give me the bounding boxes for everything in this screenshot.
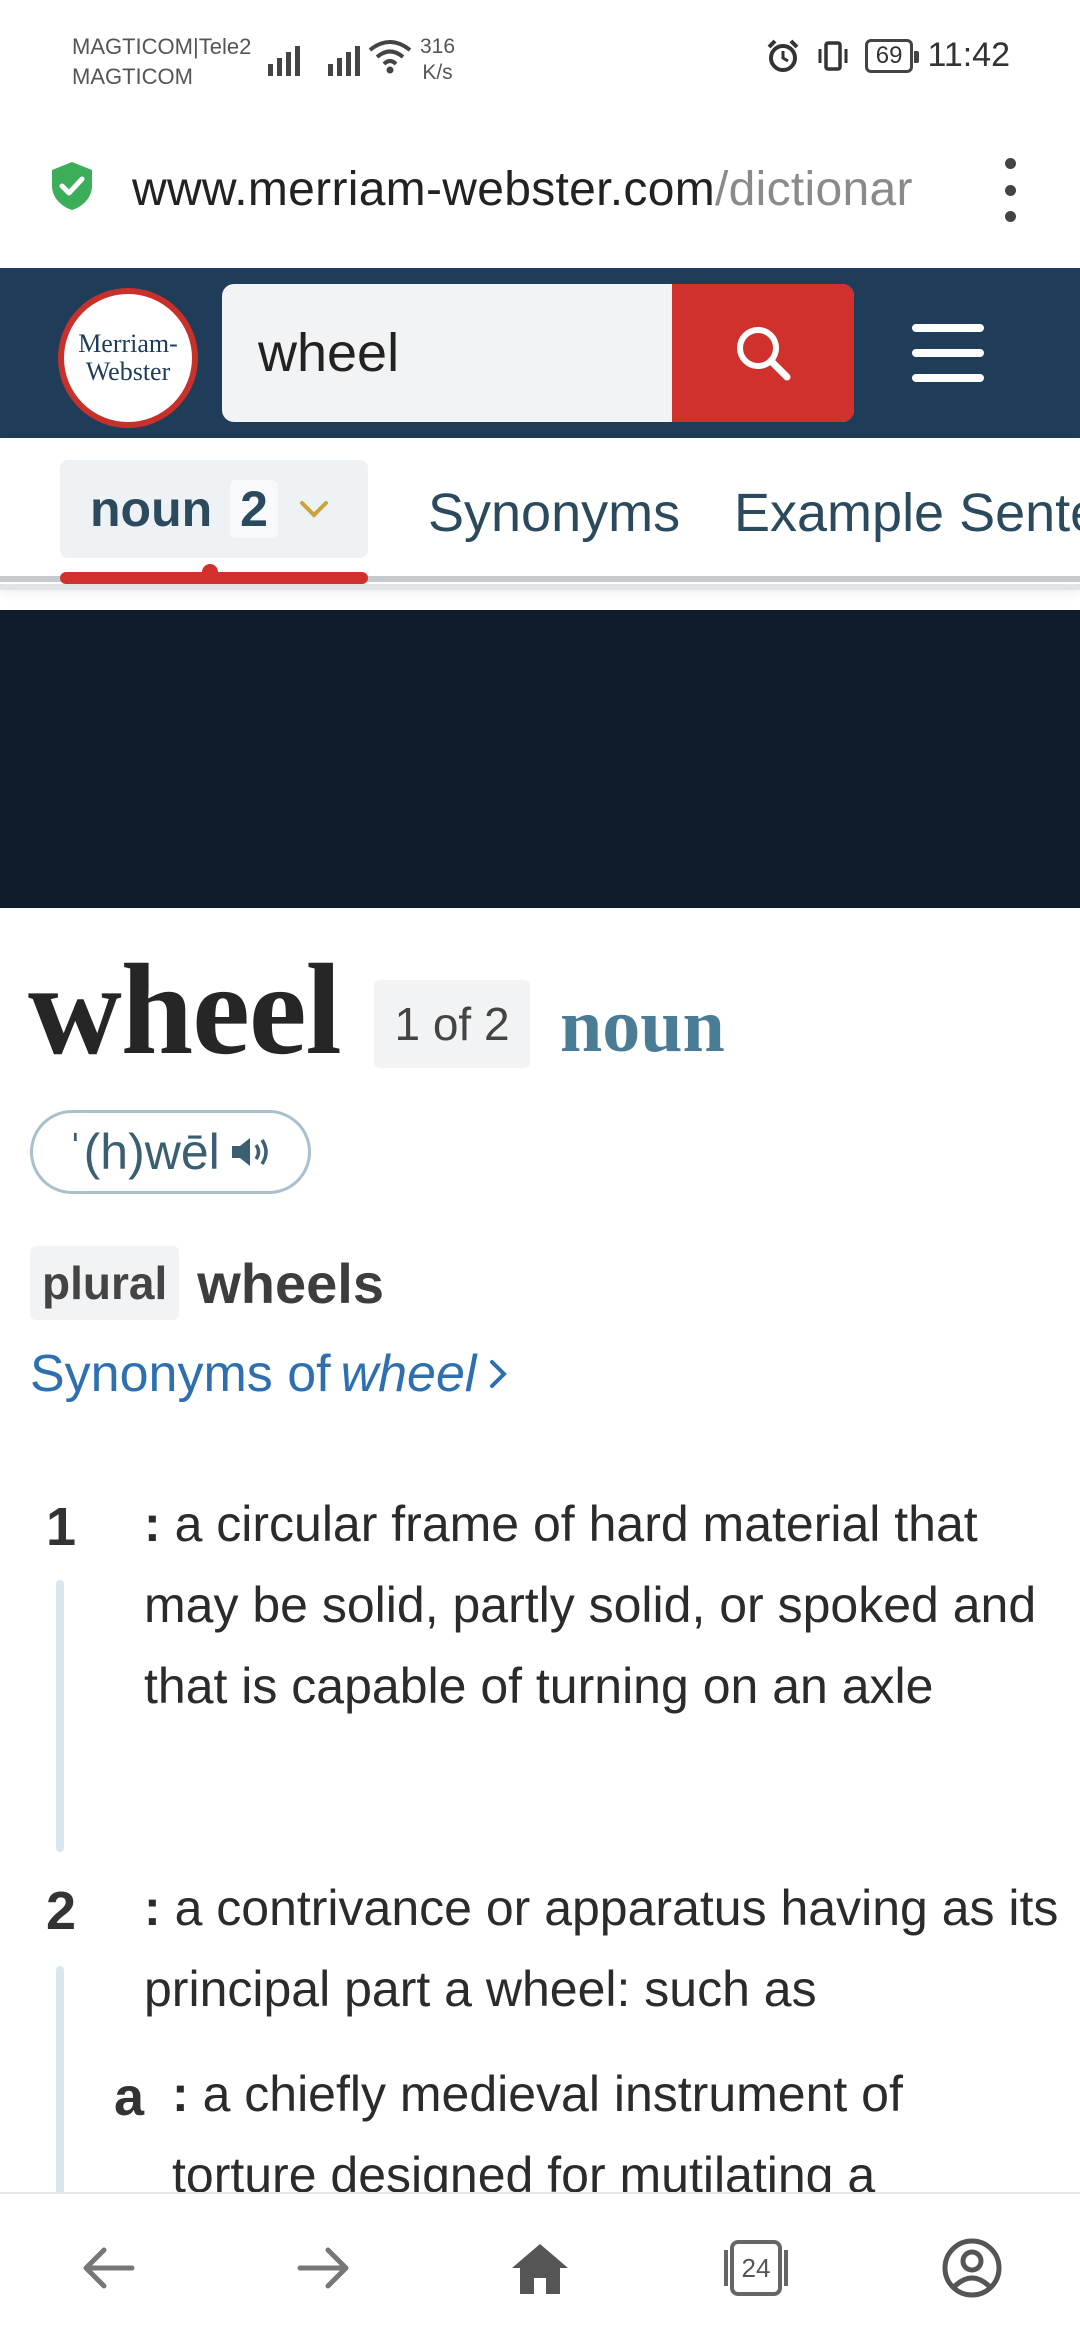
browser-url-bar: www.merriam-webster.com/dictionar (0, 120, 1080, 268)
carrier-info: MAGTICOM|Tele2 MAGTICOM (72, 32, 251, 92)
forward-arrow-icon (297, 2247, 349, 2289)
network-speed: 316 K/s (420, 34, 455, 86)
sense-colon: : (144, 1496, 161, 1552)
headword: wheel (28, 938, 342, 1082)
chevron-right-icon (490, 1360, 508, 1388)
url-domain: www.merriam-webster.com (132, 163, 715, 216)
status-right: 69 11:42 (765, 36, 1010, 75)
inflections: plural wheels (30, 1246, 384, 1320)
search-input[interactable] (222, 284, 670, 422)
sense-bar (56, 1580, 64, 1852)
logo-line-1: Merriam- (78, 329, 178, 358)
profile-button[interactable] (932, 2228, 1012, 2308)
signal-icon (328, 40, 360, 76)
status-bar: MAGTICOM|Tele2 MAGTICOM 316 K/s 69 11:42 (0, 0, 1080, 120)
tab-synonyms[interactable]: Synonyms (428, 482, 680, 544)
sense-colon: : (144, 1880, 161, 1936)
homograph-label: 1 of 2 (374, 980, 530, 1068)
wifi-icon (368, 40, 412, 74)
url-field[interactable]: www.merriam-webster.com/dictionar (132, 158, 952, 222)
tab-example-sentences[interactable]: Example Sente (734, 482, 1080, 544)
tabs-button[interactable]: 24 (716, 2228, 796, 2308)
carrier-primary: MAGTICOM|Tele2 (72, 34, 252, 59)
site-header: Merriam- Webster (0, 268, 1080, 438)
sense-text: a circular frame of hard material that m… (144, 1496, 1037, 1714)
alarm-icon (767, 39, 799, 72)
sense-number: 1 (46, 1497, 77, 1557)
battery-indicator: 69 (864, 38, 920, 73)
active-tab-indicator (60, 564, 368, 584)
vibrate-icon (818, 40, 848, 71)
subsense-colon: : (172, 2066, 189, 2122)
section-tabs: noun 2 Synonyms Example Sente (0, 438, 1080, 590)
home-button[interactable] (500, 2228, 580, 2308)
sense-definition: : a circular frame of hard material that… (144, 1484, 1054, 1727)
pronunciation-text: ˈ(h)wēl (67, 1124, 220, 1180)
plural-label: plural (30, 1246, 180, 1320)
speed-unit: K/s (422, 61, 453, 84)
logo-line-2: Webster (85, 357, 171, 386)
speed-value: 316 (420, 35, 456, 58)
sense-bar (56, 1966, 64, 2196)
browser-bottom-nav: 24 (0, 2192, 1080, 2340)
plural-form: wheels (197, 1251, 385, 1315)
back-arrow-icon (83, 2247, 135, 2289)
chevron-down-icon (299, 501, 328, 518)
subsense-letter: a (114, 2067, 145, 2127)
hamburger-menu-icon[interactable] (912, 324, 984, 382)
sense-definition: : a contrivance or apparatus having as i… (144, 1868, 1064, 2030)
tab-pos-label: noun (90, 481, 213, 537)
clock: 11:42 (927, 36, 1010, 74)
synonyms-link[interactable]: Synonyms of wheel (30, 1344, 512, 1404)
home-icon (512, 2244, 568, 2294)
tab-pos-count: 2 (230, 480, 278, 538)
site-logo[interactable]: Merriam- Webster (58, 288, 198, 428)
search-icon (737, 327, 791, 381)
ad-banner (0, 610, 1080, 908)
back-button[interactable] (68, 2228, 148, 2308)
sense-number: 2 (46, 1881, 77, 1941)
sense-text: a contrivance or apparatus having as its… (144, 1880, 1059, 2017)
url-path: /dictionar (715, 163, 913, 216)
forward-button[interactable] (284, 2228, 364, 2308)
pronunciation-button[interactable]: ˈ(h)wēl (30, 1110, 311, 1194)
search-box (222, 284, 854, 422)
signal-icon (268, 40, 300, 76)
profile-icon (942, 2238, 1002, 2298)
search-button[interactable] (672, 284, 854, 422)
speaker-icon (231, 1138, 268, 1166)
tabs-count: 24 (741, 2252, 771, 2283)
browser-menu-icon[interactable] (998, 158, 1022, 222)
tab-noun[interactable]: noun 2 (60, 460, 368, 558)
subsense-text: a chiefly medieval instrument of torture… (172, 2066, 903, 2203)
synonyms-link-word: wheel (340, 1345, 477, 1403)
synonyms-link-prefix: Synonyms of (30, 1345, 331, 1403)
carrier-secondary: MAGTICOM (72, 64, 193, 89)
part-of-speech[interactable]: noun (560, 978, 725, 1074)
secure-shield-icon[interactable] (50, 160, 94, 212)
